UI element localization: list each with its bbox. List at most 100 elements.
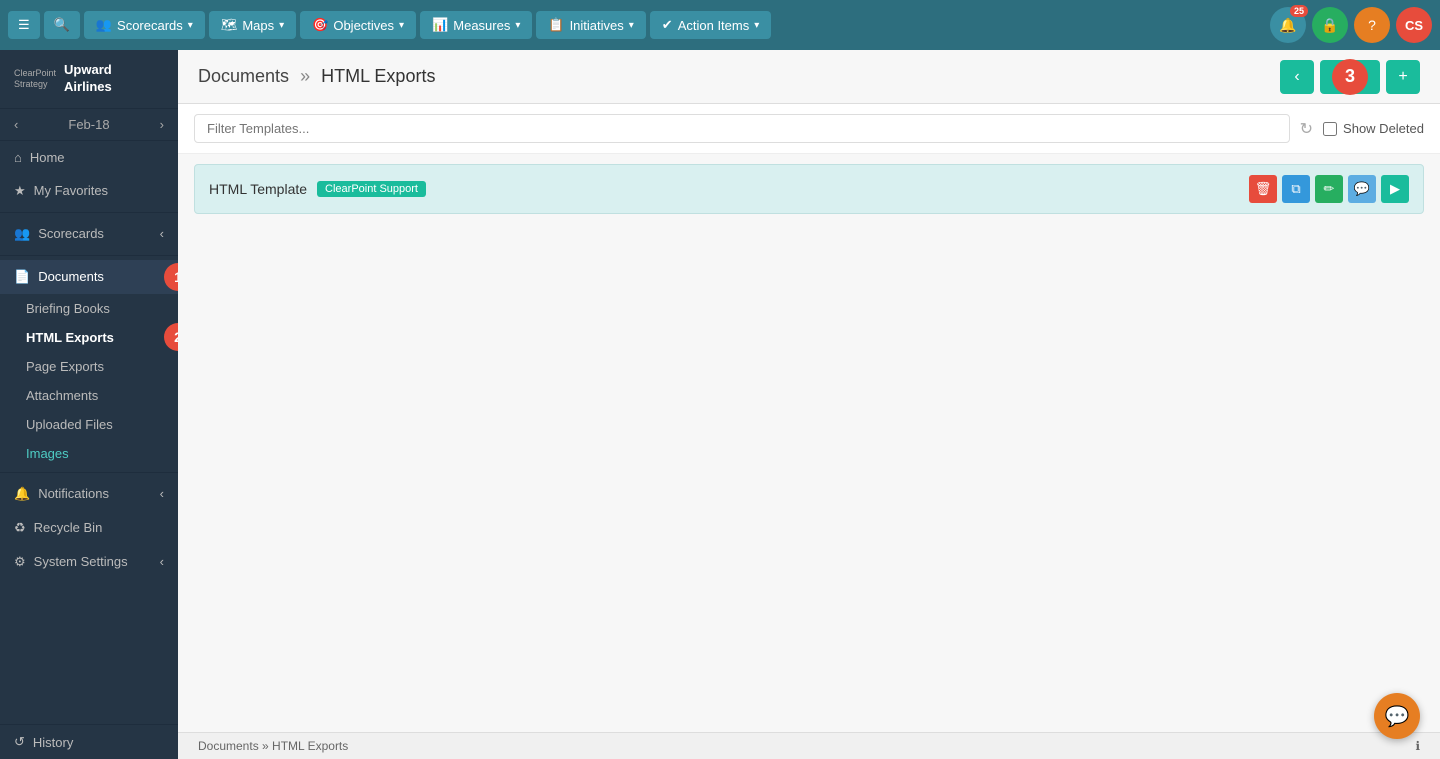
measures-nav-icon: 📊 (432, 17, 448, 33)
status-info-icon: ℹ (1415, 739, 1420, 753)
home-icon: ⌂ (14, 150, 22, 165)
bell-icon: 🔔 (1279, 17, 1296, 34)
divider-3 (0, 472, 178, 473)
help-icon: ? (1368, 17, 1376, 33)
menu-icon: ☰ (18, 17, 30, 33)
lock-button[interactable]: 🔒 (1312, 7, 1348, 43)
sidebar-item-notifications[interactable]: 🔔 Notifications ‹ (0, 477, 178, 511)
template-list: HTML Template ClearPoint Support 🗑 ⧉ ✏ 💬 (178, 154, 1440, 732)
sidebar-subitem-attachments[interactable]: Attachments (0, 381, 178, 410)
prev-period-icon[interactable]: ‹ (14, 117, 18, 132)
sidebar-bottom: ↺ History (0, 724, 178, 759)
logo-company: Upward Airlines (64, 62, 112, 96)
status-breadcrumb: Documents » HTML Exports (198, 739, 348, 753)
sidebar-item-system-settings[interactable]: ⚙ System Settings ‹ (0, 545, 178, 579)
comment-icon: 💬 (1354, 181, 1370, 197)
favorites-icon: ★ (14, 183, 26, 199)
sidebar: ClearPoint Strategy Upward Airlines ‹ Fe… (0, 50, 178, 759)
search-icon: 🔍 (54, 17, 70, 33)
template-row-left: HTML Template ClearPoint Support (209, 181, 426, 197)
template-comment-button[interactable]: 💬 (1348, 175, 1376, 203)
caret-icon: ▾ (188, 20, 193, 31)
help-button[interactable]: ? (1354, 7, 1390, 43)
template-row: HTML Template ClearPoint Support 🗑 ⧉ ✏ 💬 (194, 164, 1424, 214)
nav-maps-button[interactable]: 🗺 Maps ▾ (209, 11, 296, 39)
chat-float-button[interactable]: 💬 (1374, 693, 1420, 739)
settings-icon: ⚙ (14, 554, 26, 570)
content-header: Documents » HTML Exports ‹ 3 + (178, 50, 1440, 104)
sidebar-item-my-favorites[interactable]: ★ My Favorites (0, 174, 178, 208)
nav-scorecards-button[interactable]: 👥 Scorecards ▾ (84, 11, 205, 39)
menu-button[interactable]: ☰ (8, 11, 40, 39)
template-actions: 🗑 ⧉ ✏ 💬 ▶ (1249, 175, 1409, 203)
user-avatar-button[interactable]: CS (1396, 7, 1432, 43)
logo-clearpoint: ClearPoint (14, 68, 56, 79)
refresh-icon[interactable]: ↻ (1300, 119, 1313, 139)
nav-action-items-button[interactable]: ✔ Action Items ▾ (650, 11, 771, 39)
sidebar-item-home[interactable]: ⌂ Home (0, 141, 178, 174)
trash-icon: 🗑 (1255, 181, 1272, 197)
template-support-badge: ClearPoint Support (317, 181, 426, 197)
sidebar-period[interactable]: ‹ Feb-18 › (0, 109, 178, 141)
nav-measures-button[interactable]: 📊 Measures ▾ (420, 11, 532, 39)
nav-right-actions: 🔔 25 🔒 ? CS (1270, 7, 1432, 43)
recycle-icon: ♻ (14, 520, 26, 536)
breadcrumb: Documents » HTML Exports (198, 66, 435, 87)
action-items-nav-icon: ✔ (662, 17, 673, 33)
sidebar-item-history[interactable]: ↺ History (0, 725, 178, 759)
play-icon: ▶ (1390, 181, 1400, 197)
show-deleted-checkbox[interactable] (1323, 122, 1337, 136)
notification-count-badge: 25 (1290, 5, 1308, 17)
filter-input[interactable] (194, 114, 1290, 143)
annotation-badge-2: 2 (164, 323, 178, 351)
search-button[interactable]: 🔍 (44, 11, 80, 39)
chevron-notifications-icon: ‹ (160, 486, 164, 501)
sidebar-subitem-page-exports[interactable]: Page Exports (0, 352, 178, 381)
scorecards-nav-icon: 👥 (96, 17, 112, 33)
sidebar-item-scorecards[interactable]: 👥 Scorecards ‹ (0, 217, 178, 251)
sidebar-item-documents[interactable]: 📄 Documents 1 (0, 260, 178, 294)
sidebar-subitem-briefing-books[interactable]: Briefing Books (0, 294, 178, 323)
documents-icon: 📄 (14, 269, 30, 285)
sidebar-logo: ClearPoint Strategy Upward Airlines (0, 50, 178, 109)
divider-2 (0, 255, 178, 256)
filter-bar: ↻ Show Deleted (178, 104, 1440, 154)
header-back-button[interactable]: ‹ (1280, 60, 1314, 94)
next-period-icon[interactable]: › (160, 117, 164, 132)
caret-icon: ▾ (629, 20, 634, 31)
sidebar-subitem-uploaded-files[interactable]: Uploaded Files (0, 410, 178, 439)
template-name: HTML Template (209, 181, 307, 197)
header-action-button[interactable] (1320, 60, 1380, 94)
nav-initiatives-button[interactable]: 📋 Initiatives ▾ (536, 11, 645, 39)
plus-icon: + (1398, 68, 1407, 86)
content-area: Documents » HTML Exports ‹ 3 + (178, 50, 1440, 759)
copy-icon: ⧉ (1291, 181, 1300, 197)
template-edit-button[interactable]: ✏ (1315, 175, 1343, 203)
show-deleted-toggle[interactable]: Show Deleted (1323, 121, 1424, 136)
notifications-icon: 🔔 (14, 486, 30, 502)
caret-icon: ▾ (754, 20, 759, 31)
header-add-button[interactable]: + (1386, 60, 1420, 94)
edit-icon: ✏ (1324, 181, 1335, 197)
template-copy-button[interactable]: ⧉ (1282, 175, 1310, 203)
sidebar-item-recycle-bin[interactable]: ♻ Recycle Bin (0, 511, 178, 545)
objectives-nav-icon: 🎯 (312, 17, 328, 33)
chat-icon: 💬 (1385, 704, 1410, 729)
annotation-badge-1: 1 (164, 263, 178, 291)
main-layout: ClearPoint Strategy Upward Airlines ‹ Fe… (0, 50, 1440, 759)
sidebar-subitem-images[interactable]: Images (0, 439, 178, 468)
caret-icon: ▾ (279, 20, 284, 31)
show-deleted-label[interactable]: Show Deleted (1343, 121, 1424, 136)
period-label: Feb-18 (68, 117, 109, 132)
initiatives-nav-icon: 📋 (548, 17, 564, 33)
template-delete-button[interactable]: 🗑 (1249, 175, 1277, 203)
chevron-icon: ‹ (160, 226, 164, 241)
top-navigation: ☰ 🔍 👥 Scorecards ▾ 🗺 Maps ▾ 🎯 Objectives… (0, 0, 1440, 50)
history-icon: ↺ (14, 734, 25, 750)
sidebar-subitem-html-exports[interactable]: HTML Exports 2 (0, 323, 178, 352)
template-play-button[interactable]: ▶ (1381, 175, 1409, 203)
notifications-button[interactable]: 🔔 25 (1270, 7, 1306, 43)
logo-strategy: Strategy (14, 79, 56, 90)
divider-1 (0, 212, 178, 213)
nav-objectives-button[interactable]: 🎯 Objectives ▾ (300, 11, 416, 39)
